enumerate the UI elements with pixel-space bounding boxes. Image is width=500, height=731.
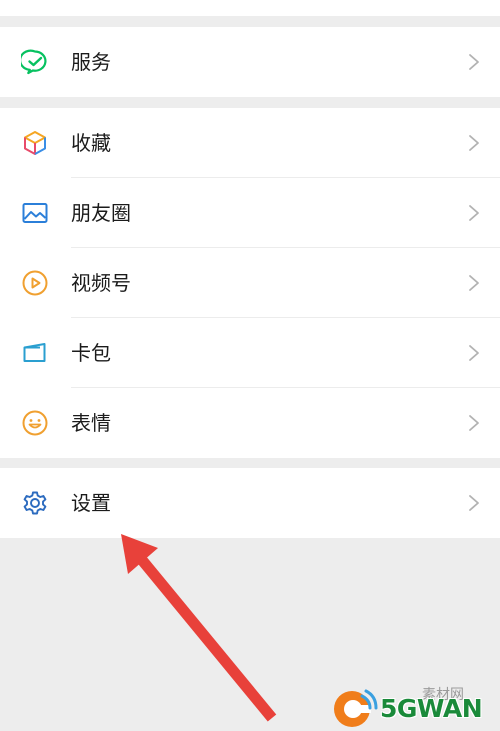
menu-item-moments[interactable]: 朋友圈	[0, 178, 500, 248]
card-wallet-icon	[21, 339, 49, 367]
top-strip	[0, 0, 500, 16]
chevron-right-icon	[468, 204, 480, 222]
menu-item-label: 设置	[71, 491, 111, 515]
photo-icon	[21, 199, 49, 227]
watermark-text: 5GWAN	[380, 694, 483, 723]
menu-item-card-wallet[interactable]: 卡包	[0, 318, 500, 388]
watermark-logo-icon	[334, 689, 378, 727]
chevron-right-icon	[468, 344, 480, 362]
menu-item-label: 收藏	[71, 131, 111, 155]
chevron-right-icon	[468, 414, 480, 432]
settings-group: 设置	[0, 468, 500, 538]
menu-item-label: 视频号	[71, 271, 131, 295]
menu-item-channels[interactable]: 视频号	[0, 248, 500, 318]
watermark-logo: 素材网 5GWAN	[330, 684, 500, 731]
chevron-right-icon	[468, 53, 480, 71]
service-group: 服务	[0, 27, 500, 97]
cube-icon	[21, 129, 49, 157]
menu-item-service[interactable]: 服务	[0, 27, 500, 97]
menu-item-settings[interactable]: 设置	[0, 468, 500, 538]
menu-item-label: 卡包	[71, 341, 111, 365]
chevron-right-icon	[468, 134, 480, 152]
menu-item-label: 表情	[71, 411, 111, 435]
menu-item-label: 服务	[71, 50, 111, 74]
menu-item-favorites[interactable]: 收藏	[0, 108, 500, 178]
wechat-pay-icon	[21, 48, 49, 76]
features-group: 收藏 朋友圈 视频号 卡包 表情	[0, 108, 500, 458]
smiley-icon	[21, 409, 49, 437]
menu-item-label: 朋友圈	[71, 201, 131, 225]
menu-item-stickers[interactable]: 表情	[0, 388, 500, 458]
chevron-right-icon	[468, 274, 480, 292]
play-icon	[21, 269, 49, 297]
gear-icon	[21, 489, 49, 517]
chevron-right-icon	[468, 494, 480, 512]
